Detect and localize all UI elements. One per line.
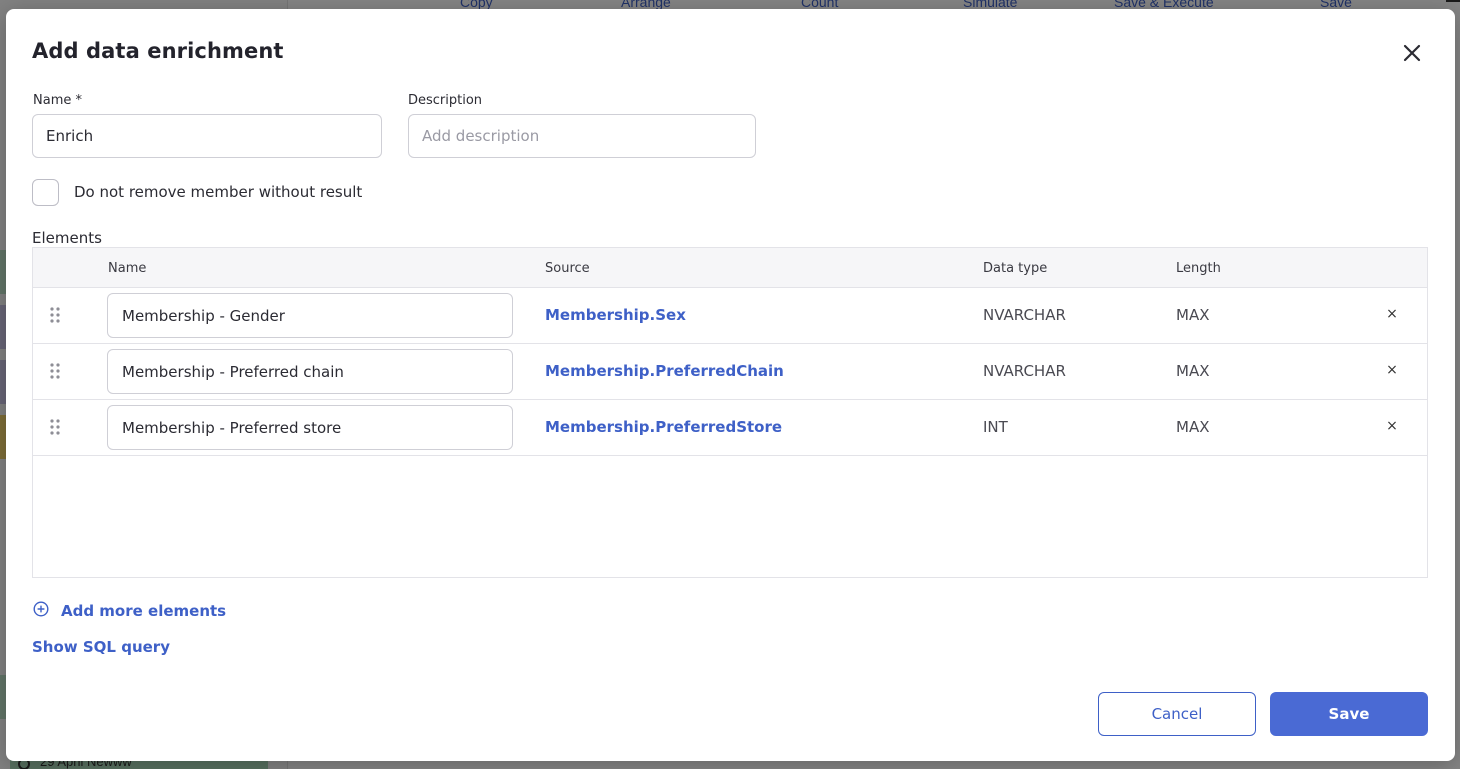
element-source-link[interactable]: Membership.PreferredStore xyxy=(545,418,782,436)
column-header-data-type: Data type xyxy=(983,261,1048,276)
drag-handle-icon[interactable] xyxy=(48,306,62,324)
save-button[interactable]: Save xyxy=(1270,692,1428,736)
column-header-source: Source xyxy=(545,261,590,276)
cancel-button[interactable]: Cancel xyxy=(1098,692,1256,736)
drag-handle-icon[interactable] xyxy=(48,418,62,436)
element-data-type: NVARCHAR xyxy=(983,306,1066,324)
column-header-name: Name xyxy=(108,261,147,276)
element-data-type: INT xyxy=(983,418,1008,436)
remove-element-button[interactable]: × xyxy=(1382,416,1402,436)
remove-element-button[interactable]: × xyxy=(1382,360,1402,380)
column-header-length: Length xyxy=(1176,261,1221,276)
drag-handle-icon[interactable] xyxy=(48,362,62,380)
element-name-input[interactable] xyxy=(107,293,513,338)
table-header: Name Source Data type Length xyxy=(33,248,1427,288)
element-length: MAX xyxy=(1176,362,1210,380)
add-data-enrichment-dialog: Add data enrichment Name * Description D… xyxy=(6,9,1455,761)
table-row: Membership.Sex NVARCHAR MAX × xyxy=(33,288,1427,344)
close-button[interactable] xyxy=(1398,39,1426,67)
name-label: Name * xyxy=(33,93,82,108)
table-row: Membership.PreferredChain NVARCHAR MAX × xyxy=(33,344,1427,400)
name-input[interactable] xyxy=(32,114,382,158)
element-name-input[interactable] xyxy=(107,405,513,450)
table-row: Membership.PreferredStore INT MAX × xyxy=(33,400,1427,456)
show-sql-query-link[interactable]: Show SQL query xyxy=(32,638,170,656)
element-source-link[interactable]: Membership.Sex xyxy=(545,306,686,324)
description-label: Description xyxy=(408,93,483,108)
description-input[interactable] xyxy=(408,114,756,158)
add-more-elements-label: Add more elements xyxy=(61,602,227,620)
plus-circle-icon xyxy=(33,601,49,617)
dialog-title: Add data enrichment xyxy=(32,39,284,63)
element-length: MAX xyxy=(1176,418,1210,436)
keep-member-checkbox[interactable] xyxy=(32,179,59,206)
remove-element-button[interactable]: × xyxy=(1382,304,1402,324)
keep-member-checkbox-label: Do not remove member without result xyxy=(74,183,363,201)
element-name-input[interactable] xyxy=(107,349,513,394)
element-data-type: NVARCHAR xyxy=(983,362,1066,380)
elements-label: Elements xyxy=(32,229,102,247)
elements-table: Name Source Data type Length Membership.… xyxy=(32,247,1428,578)
element-source-link[interactable]: Membership.PreferredChain xyxy=(545,362,784,380)
element-length: MAX xyxy=(1176,306,1210,324)
close-icon xyxy=(1403,44,1421,62)
